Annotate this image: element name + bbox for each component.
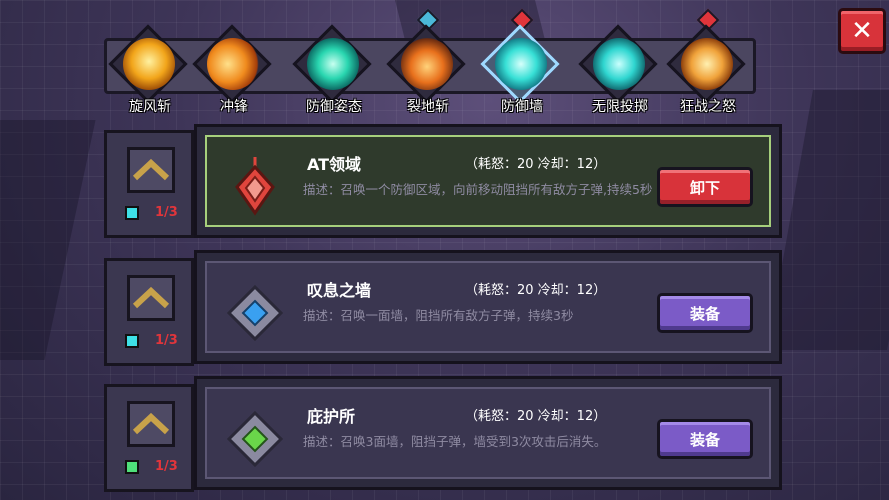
skill-label: 裂地斩 (407, 99, 449, 115)
ground-slash-icon (401, 38, 453, 90)
charge-icon (207, 38, 259, 90)
unequip-button[interactable]: 卸下 (657, 167, 753, 207)
skill-tab-ground-slash[interactable]: 裂地斩 (386, 8, 470, 120)
at-field-icon (235, 157, 275, 216)
upgrade-panel: 1/3 (104, 130, 194, 238)
upgrade-count: 1/3 (125, 459, 178, 474)
infinite-throw-icon (593, 38, 645, 90)
skill-name: 叹息之墙 (307, 281, 372, 300)
skill-tab-defense-stance[interactable]: 防御姿态 (292, 24, 376, 120)
sigh-wall-icon (226, 284, 284, 342)
gem-icon (125, 333, 139, 348)
close-icon: ✕ (851, 16, 873, 46)
berserk-rage-icon (681, 38, 733, 90)
skill-stats: （耗怒：20 冷却：12） (465, 157, 607, 172)
upgrade-count-value: 1/3 (155, 459, 178, 474)
skill-label: 狂战之怒 (680, 99, 736, 115)
skill-label: 冲锋 (220, 99, 248, 115)
skill-label: 防御墙 (501, 99, 543, 115)
skill-stats: （耗怒：20 冷却：12） (465, 283, 607, 298)
sanctuary-icon (226, 410, 284, 468)
skill-label: 无限投掷 (592, 99, 648, 115)
skill-card: 庇护所 （耗怒：20 冷却：12） 描述：召唤3面墙，阻挡子弹，墙受到3次攻击后… (194, 376, 782, 490)
skill-description: 描述：召唤一个防御区域，向前移动阻挡所有敌方子弹,持续5秒 (303, 182, 653, 197)
upgrade-count-value: 1/3 (155, 205, 178, 220)
skill-tab-berserk-rage[interactable]: 狂战之怒 (666, 8, 750, 120)
defense-stance-icon (307, 38, 359, 90)
skill-tab-defense-wall[interactable]: 防御墙 (480, 8, 564, 120)
skill-description: 描述：召唤一面墙，阻挡所有敌方子弹，持续3秒 (303, 308, 574, 323)
upgrade-panel: 1/3 (104, 258, 194, 366)
chevron-up-icon (132, 158, 170, 181)
skill-card-inner: AT领域 （耗怒：20 冷却：12） 描述：召唤一个防御区域，向前移动阻挡所有敌… (205, 135, 771, 227)
skill-card-inner: 叹息之墙 （耗怒：20 冷却：12） 描述：召唤一面墙，阻挡所有敌方子弹，持续3… (205, 261, 771, 353)
equip-button[interactable]: 装备 (657, 293, 753, 333)
skill-description: 描述：召唤3面墙，阻挡子弹，墙受到3次攻击后消失。 (303, 434, 607, 449)
upgrade-count: 1/3 (125, 205, 178, 220)
whirlwind-icon (123, 38, 175, 90)
skill-label: 防御姿态 (306, 99, 362, 115)
upgrade-count: 1/3 (125, 333, 178, 348)
upgrade-panel: 1/3 (104, 384, 194, 492)
upgrade-button[interactable] (127, 147, 175, 193)
skill-tab-whirlwind[interactable]: 旋风斩 (108, 24, 192, 120)
skill-name: 庇护所 (307, 407, 356, 426)
skill-tab-charge[interactable]: 冲锋 (192, 24, 276, 120)
skill-stats: （耗怒：20 冷却：12） (465, 409, 607, 424)
skill-name: AT领域 (307, 155, 362, 174)
skill-card-inner: 庇护所 （耗怒：20 冷却：12） 描述：召唤3面墙，阻挡子弹，墙受到3次攻击后… (205, 387, 771, 479)
skill-card: 叹息之墙 （耗怒：20 冷却：12） 描述：召唤一面墙，阻挡所有敌方子弹，持续3… (194, 250, 782, 364)
skill-tab-infinite-throw[interactable]: 无限投掷 (578, 24, 662, 120)
equip-button[interactable]: 装备 (657, 419, 753, 459)
gem-icon (125, 205, 139, 220)
upgrade-button[interactable] (127, 401, 175, 447)
defense-wall-icon (495, 38, 547, 90)
upgrade-button[interactable] (127, 275, 175, 321)
skill-card: AT领域 （耗怒：20 冷却：12） 描述：召唤一个防御区域，向前移动阻挡所有敌… (194, 124, 782, 238)
chevron-up-icon (132, 286, 170, 309)
chevron-up-icon (132, 412, 170, 435)
gem-icon (125, 459, 139, 474)
upgrade-count-value: 1/3 (155, 333, 178, 348)
close-button[interactable]: ✕ (838, 8, 886, 54)
